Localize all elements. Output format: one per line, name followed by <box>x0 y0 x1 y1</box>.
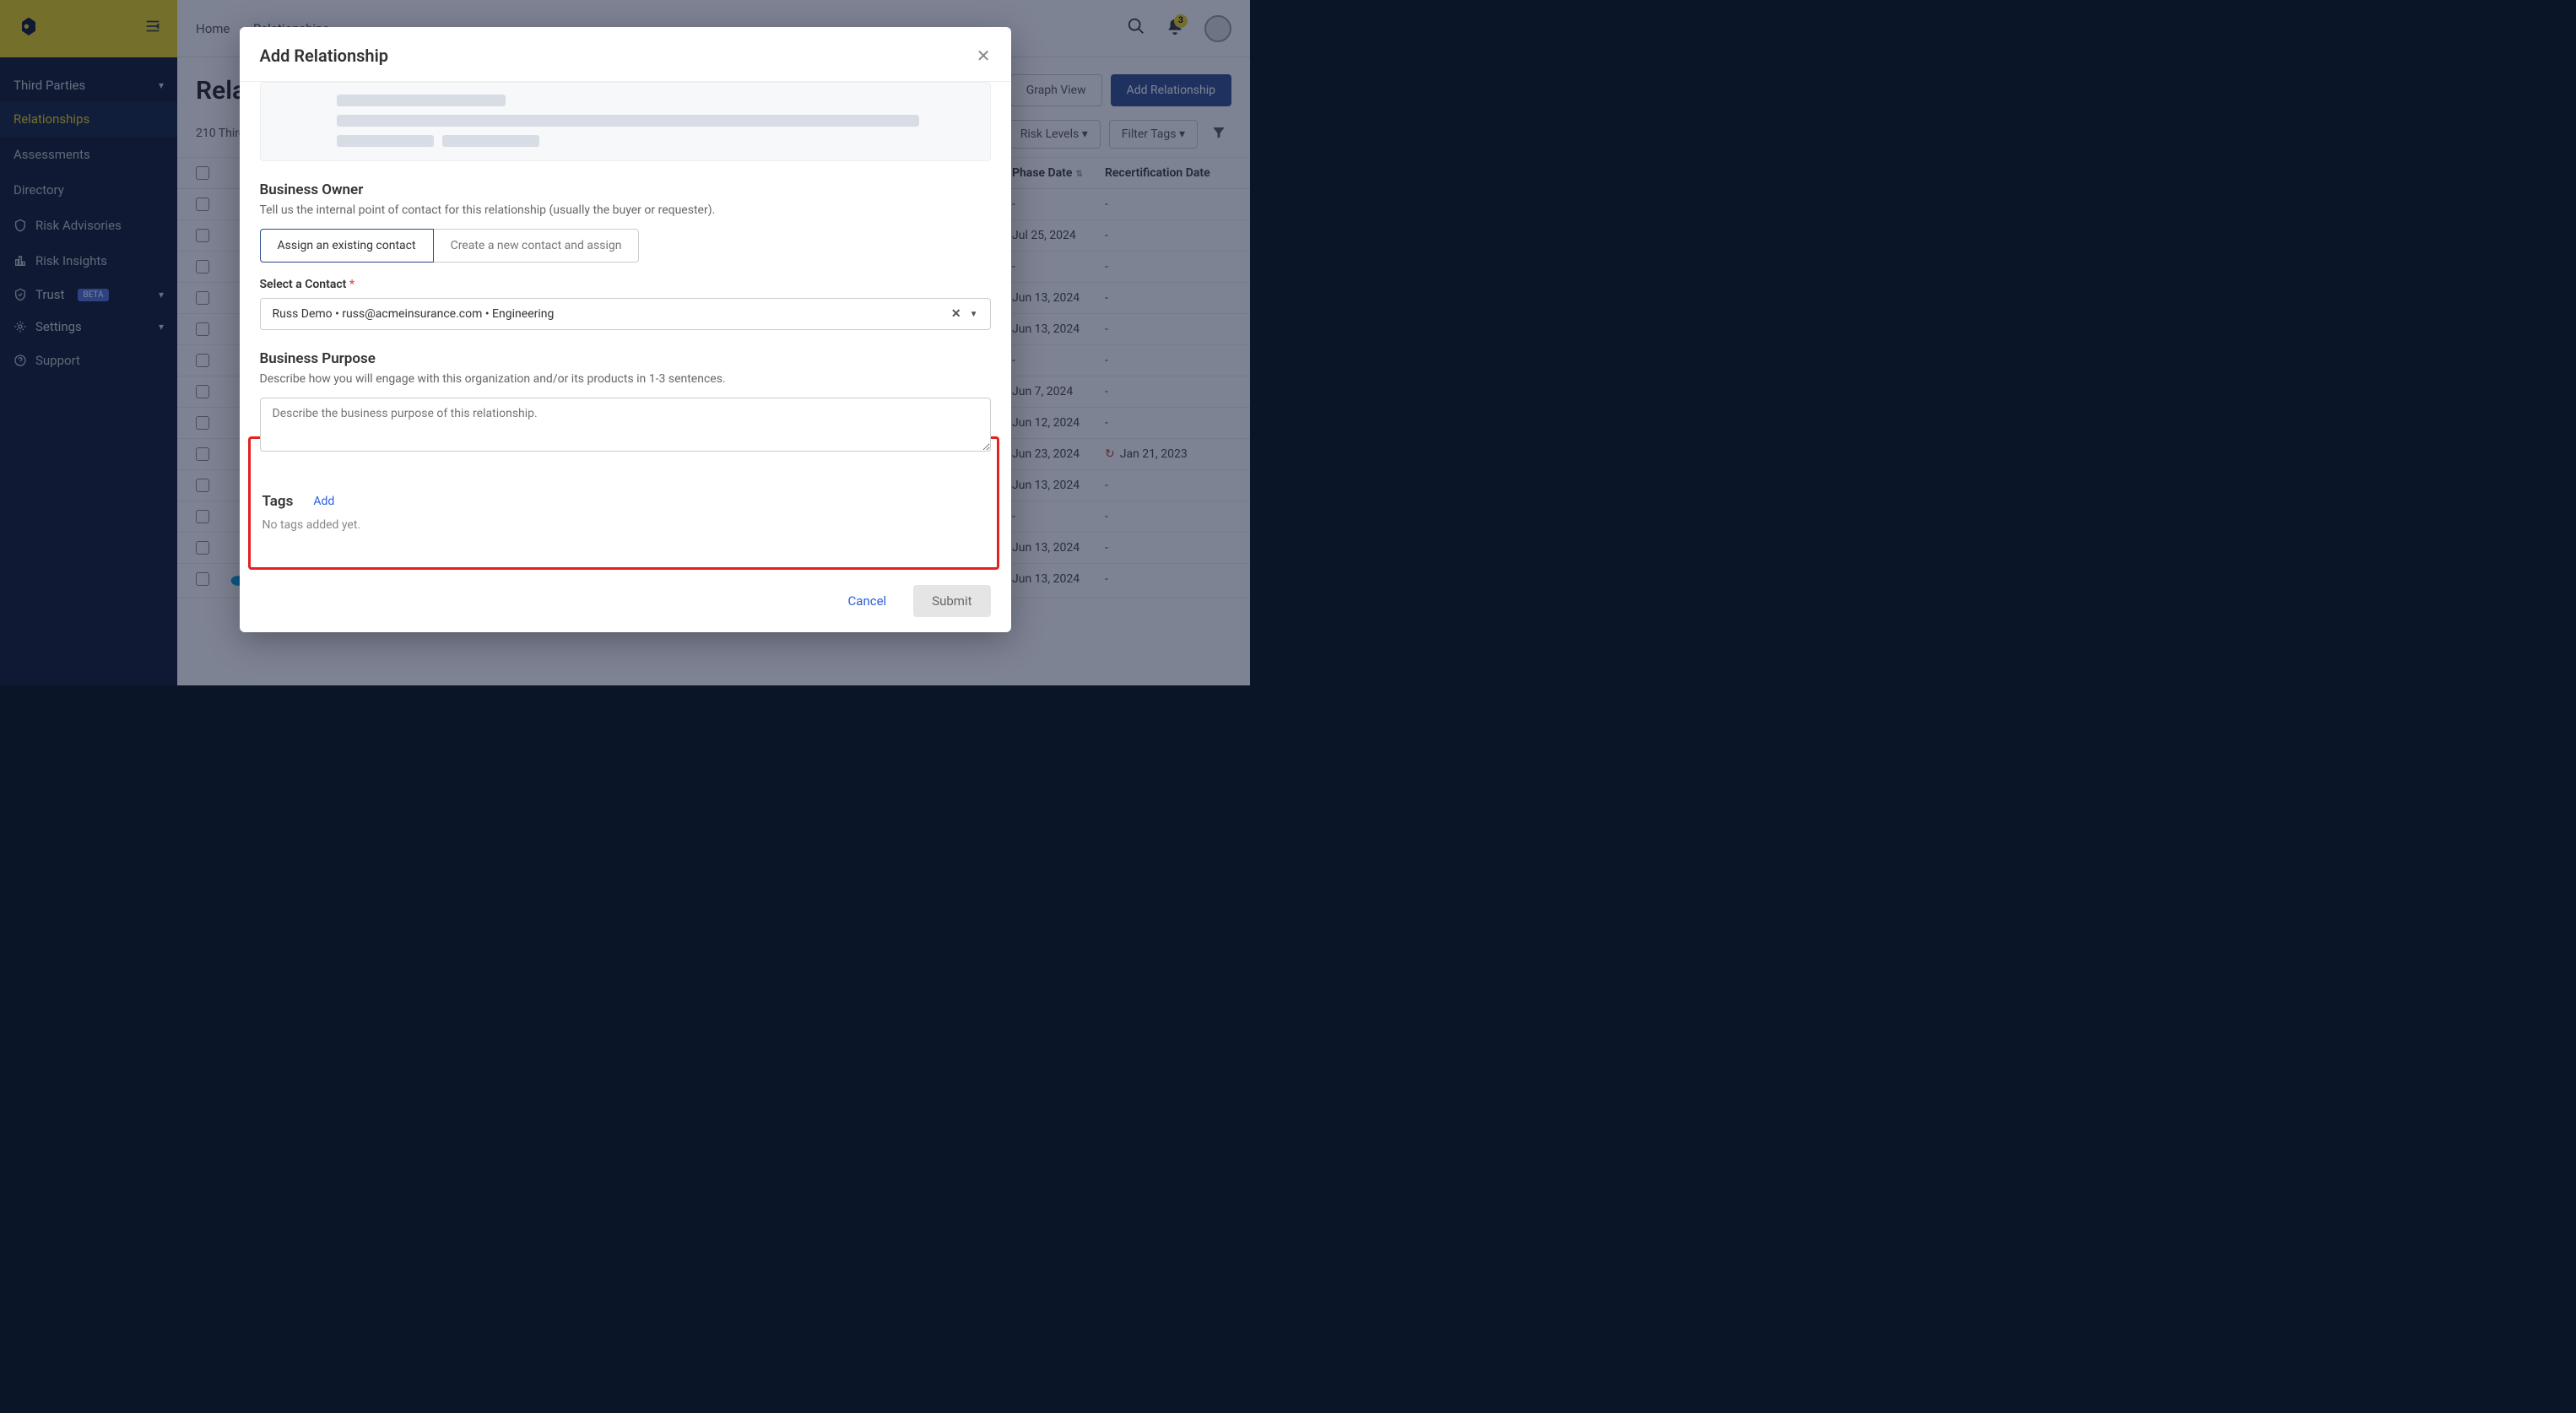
submit-button[interactable]: Submit <box>913 585 990 617</box>
contact-mode-toggle: Assign an existing contact Create a new … <box>260 229 991 263</box>
dropdown-caret-icon[interactable]: ▼ <box>970 310 978 319</box>
select-contact-label: Select a Contact * <box>260 278 991 291</box>
business-owner-description: Tell us the internal point of contact fo… <box>260 203 991 217</box>
clear-selection-icon[interactable]: ✕ <box>951 307 961 321</box>
required-indicator: * <box>349 278 354 291</box>
close-modal-button[interactable]: ✕ <box>977 46 991 66</box>
modal-overlay[interactable]: Add Relationship ✕ Business Owner Tell u… <box>0 0 1250 685</box>
business-owner-heading: Business Owner <box>260 181 991 198</box>
tags-heading: Tags <box>262 493 294 510</box>
skeleton-line <box>337 95 506 106</box>
business-purpose-textarea[interactable] <box>260 398 991 452</box>
label-text: Select a Contact <box>260 278 347 291</box>
contact-select[interactable]: Russ Demo • russ@acmeinsurance.com • Eng… <box>260 298 991 330</box>
create-new-contact-button[interactable]: Create a new contact and assign <box>434 229 640 263</box>
skeleton-line <box>337 135 434 147</box>
add-relationship-modal: Add Relationship ✕ Business Owner Tell u… <box>240 27 1011 632</box>
tags-highlight-region: Tags Add No tags added yet. <box>248 436 999 570</box>
skeleton-placeholder <box>260 82 991 161</box>
cancel-button[interactable]: Cancel <box>833 585 902 617</box>
no-tags-text: No tags added yet. <box>262 518 985 532</box>
business-purpose-heading: Business Purpose <box>260 350 991 367</box>
business-purpose-description: Describe how you will engage with this o… <box>260 372 991 386</box>
skeleton-line <box>337 115 919 127</box>
add-tag-link[interactable]: Add <box>313 495 334 508</box>
selected-contact-value: Russ Demo • russ@acmeinsurance.com • Eng… <box>273 307 555 321</box>
assign-existing-button[interactable]: Assign an existing contact <box>260 229 434 263</box>
skeleton-line <box>442 135 539 147</box>
modal-footer: Cancel Submit <box>240 570 1011 632</box>
modal-body: Business Owner Tell us the internal poin… <box>240 82 1011 570</box>
modal-header: Add Relationship ✕ <box>240 27 1011 82</box>
modal-title: Add Relationship <box>260 46 389 66</box>
